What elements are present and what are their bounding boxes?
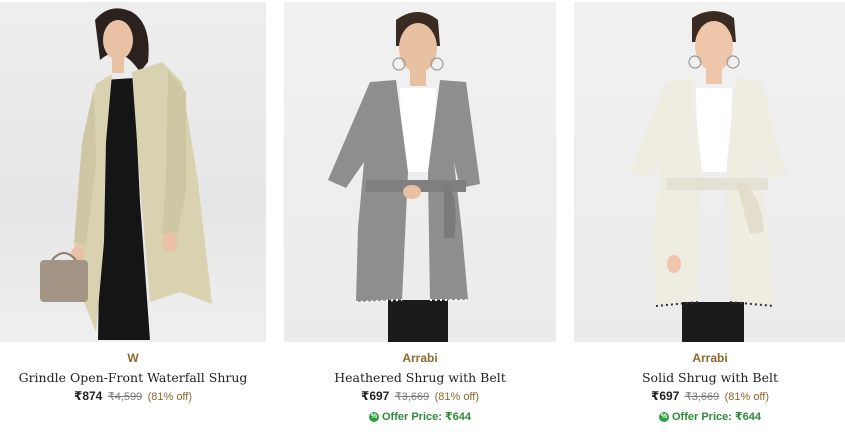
product-mrp: ₹3,669 xyxy=(394,391,430,403)
product-name[interactable]: Heathered Shrug with Belt xyxy=(284,370,556,386)
product-mrp: ₹4,599 xyxy=(107,391,143,403)
product-discount: (81% off) xyxy=(724,391,770,403)
product-card[interactable]: Arrabi Solid Shrug with Belt ₹697 ₹3,669… xyxy=(574,0,845,436)
offer-tag-icon: % xyxy=(659,412,669,422)
product-photo-illustration xyxy=(40,8,212,340)
price-row: ₹697 ₹3,669 (81% off) xyxy=(284,388,556,405)
product-image[interactable] xyxy=(574,2,845,342)
product-price: ₹697 xyxy=(650,389,680,403)
product-brand: Arrabi xyxy=(692,351,728,365)
product-info: Arrabi Heathered Shrug with Belt ₹697 ₹3… xyxy=(284,350,556,425)
product-mrp: ₹3,669 xyxy=(684,391,720,403)
product-image[interactable] xyxy=(0,2,266,342)
product-discount: (81% off) xyxy=(147,391,193,403)
product-name[interactable]: Solid Shrug with Belt xyxy=(574,370,845,386)
product-name[interactable]: Grindle Open-Front Waterfall Shrug xyxy=(0,370,266,386)
product-photo-illustration xyxy=(328,12,480,342)
offer-price-label: Offer Price: ₹644 xyxy=(672,411,761,423)
offer-price: % Offer Price: ₹644 xyxy=(659,409,761,425)
product-info: W Grindle Open-Front Waterfall Shrug ₹87… xyxy=(0,350,266,405)
product-card[interactable]: Arrabi Heathered Shrug with Belt ₹697 ₹3… xyxy=(284,0,556,436)
product-brand: W xyxy=(127,351,139,365)
product-photo-illustration xyxy=(630,11,786,342)
product-card[interactable]: W Grindle Open-Front Waterfall Shrug ₹87… xyxy=(0,0,266,436)
product-grid: W Grindle Open-Front Waterfall Shrug ₹87… xyxy=(0,0,845,436)
offer-price: % Offer Price: ₹644 xyxy=(369,409,471,425)
product-info: Arrabi Solid Shrug with Belt ₹697 ₹3,669… xyxy=(574,350,845,425)
product-brand: Arrabi xyxy=(402,351,438,365)
price-row: ₹697 ₹3,669 (81% off) xyxy=(574,388,845,405)
product-price: ₹874 xyxy=(73,389,103,403)
offer-tag-icon: % xyxy=(369,412,379,422)
product-price: ₹697 xyxy=(360,389,390,403)
product-image[interactable] xyxy=(284,2,556,342)
price-row: ₹874 ₹4,599 (81% off) xyxy=(0,388,266,405)
product-discount: (81% off) xyxy=(434,391,480,403)
offer-price-label: Offer Price: ₹644 xyxy=(382,411,471,423)
